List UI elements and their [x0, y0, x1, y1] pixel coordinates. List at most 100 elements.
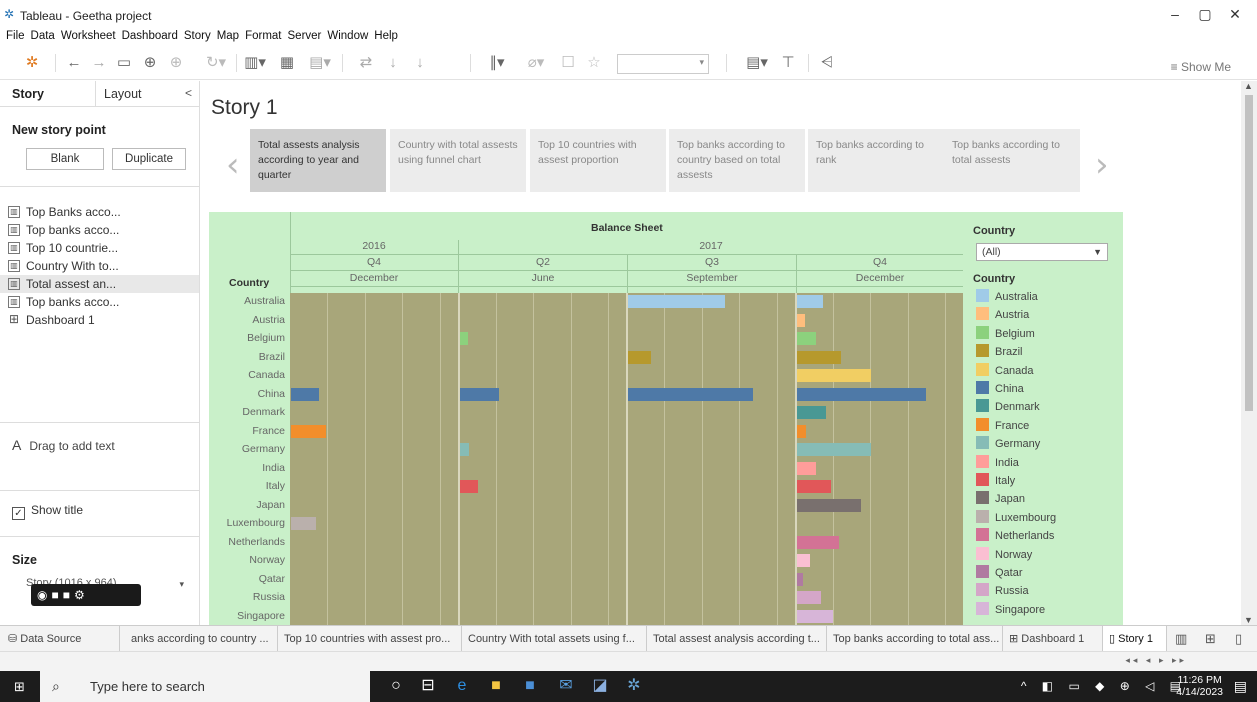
redo-icon[interactable]: → — [89, 53, 109, 73]
bar-belgium[interactable] — [796, 332, 817, 345]
bar-qatar[interactable] — [796, 572, 804, 586]
legend-item[interactable]: Belgium — [976, 325, 1035, 340]
sheet-tab[interactable]: Total assest analysis according t... — [647, 626, 827, 652]
sort-ascending-icon[interactable]: ↓ — [383, 53, 403, 73]
share-icon[interactable]: ⩤ — [817, 53, 837, 73]
save-icon[interactable]: ▭ — [114, 53, 134, 73]
bar-canada[interactable] — [796, 369, 871, 382]
notifications-icon[interactable]: ▤ — [1234, 678, 1247, 695]
bar-denmark[interactable] — [796, 406, 827, 419]
vertical-scrollbar[interactable]: ▲ ▼ — [1241, 81, 1257, 625]
sort-descending-icon[interactable]: ↓ — [410, 53, 430, 73]
new-dashboard-tab-icon[interactable]: ⊞ — [1205, 626, 1216, 652]
bar-india[interactable] — [796, 461, 817, 475]
bar-germany[interactable] — [459, 443, 470, 456]
previous-story-point-button[interactable]: ‹ — [226, 145, 240, 185]
pin-icon[interactable]: ☆ — [584, 53, 604, 73]
legend-item[interactable]: Austria — [976, 307, 1029, 321]
bar-belgium[interactable] — [459, 332, 468, 345]
legend-item[interactable]: Qatar — [976, 565, 1023, 579]
sheet-item[interactable]: ▥ Top Banks acco... — [0, 203, 199, 221]
capture-toolbar[interactable]: ◉■■⚙ — [31, 584, 141, 606]
sheet-tab[interactable]: Top banks according to total ass... — [827, 626, 1003, 652]
legend-item[interactable]: Luxembourg — [976, 509, 1056, 524]
sheet-tab[interactable]: Top 10 countries with assest pro... — [278, 626, 462, 652]
bar-australia[interactable] — [796, 295, 823, 308]
menu-server[interactable]: Server — [288, 28, 322, 44]
swap-icon[interactable]: ⇄ — [356, 53, 376, 73]
sheet-item[interactable]: ▥ Top 10 countrie... — [0, 239, 199, 257]
bar-germany[interactable] — [796, 443, 871, 456]
legend-item[interactable]: France — [976, 417, 1029, 432]
legend-item[interactable]: Australia — [976, 289, 1038, 303]
new-worksheet-tab-icon[interactable]: ▥ — [1175, 626, 1187, 652]
sheet-tab-story-active[interactable]: ▯ Story 1 — [1103, 626, 1167, 652]
bar-france[interactable] — [796, 424, 807, 438]
scroll-up-icon[interactable]: ▲ — [1244, 81, 1253, 91]
cortana-icon[interactable]: ○ — [384, 675, 408, 697]
taskbar-search-box[interactable]: ⌕ Type here to search — [40, 671, 370, 702]
bar-austria[interactable] — [796, 313, 805, 327]
bar-china[interactable] — [459, 387, 499, 401]
bar-netherlands[interactable] — [796, 535, 840, 549]
bar-luxembourg[interactable] — [291, 517, 316, 530]
menu-story[interactable]: Story — [184, 28, 211, 44]
presentation-mode-icon[interactable]: ⊤ — [778, 53, 798, 73]
menu-format[interactable]: Format — [245, 28, 281, 44]
country-filter-dropdown[interactable]: (All) ▼ — [976, 243, 1108, 261]
menu-file[interactable]: File — [6, 28, 25, 44]
scroll-down-icon[interactable]: ▼ — [1244, 615, 1253, 625]
clock[interactable]: 11:26 PM 4/14/2023 — [1176, 674, 1223, 698]
legend-item[interactable]: Singapore — [976, 601, 1045, 616]
menu-worksheet[interactable]: Worksheet — [61, 28, 116, 44]
sheet-item[interactable]: ▥ Top banks acco... — [0, 293, 199, 311]
legend-item[interactable]: China — [976, 381, 1024, 395]
bar-china[interactable] — [291, 387, 319, 401]
new-data-source-icon[interactable]: ⊕ — [140, 53, 160, 73]
system-tray-icons[interactable]: ^ ◧ ▭ ◆ ⊕ ◁ ▤ — [1021, 679, 1187, 693]
group-icon[interactable]: ⌀▾ — [520, 53, 552, 73]
legend-item[interactable]: Russia — [976, 583, 1029, 597]
sheet-item[interactable]: ▥ Country With to... — [0, 257, 199, 275]
tab-data-source[interactable]: ⛁ Data Source — [0, 626, 120, 652]
legend-item[interactable]: Germany — [976, 436, 1040, 450]
bar-brazil[interactable] — [628, 350, 652, 364]
story-point-3[interactable]: Top 10 countries with assest proportion — [530, 129, 666, 192]
file-explorer-icon[interactable]: ■ — [484, 675, 508, 697]
legend-item[interactable]: Japan — [976, 491, 1025, 505]
scrollbar-thumb[interactable] — [1245, 95, 1253, 411]
windows-start-icon[interactable]: ⊞ — [14, 680, 28, 694]
legend-item[interactable]: Canada — [976, 362, 1034, 377]
bar-singapore[interactable] — [796, 609, 833, 623]
menu-window[interactable]: Window — [327, 28, 368, 44]
sheet-item-selected[interactable]: ▥ Total assest an... — [0, 275, 199, 293]
menu-map[interactable]: Map — [217, 28, 239, 44]
sheet-item[interactable]: ⊞ Dashboard 1 — [0, 311, 199, 329]
bar-france[interactable] — [291, 424, 326, 438]
next-story-point-button[interactable]: › — [1095, 145, 1109, 185]
minimize-button[interactable]: – — [1160, 6, 1190, 24]
bar-china[interactable] — [796, 387, 927, 401]
tableau-taskbar-icon[interactable]: ✲ — [622, 675, 646, 697]
bar-italy[interactable] — [459, 480, 478, 493]
mail-icon[interactable]: ✉ — [554, 675, 578, 697]
bar-italy[interactable] — [796, 480, 832, 493]
tableau-home-icon[interactable]: ✲ — [22, 53, 42, 73]
app-icon[interactable]: ◪ — [588, 675, 612, 697]
bar-russia[interactable] — [796, 591, 822, 604]
task-view-icon[interactable]: ⊟ — [416, 675, 440, 697]
legend-item[interactable]: Norway — [976, 546, 1032, 561]
refresh-icon[interactable]: ↻▾ — [196, 53, 236, 73]
store-icon[interactable]: ■ — [518, 675, 542, 697]
close-button[interactable]: ✕ — [1220, 6, 1250, 24]
story-point-1[interactable]: Total assests analysis according to year… — [250, 129, 386, 192]
sheet-tab-dashboard[interactable]: ⊞ Dashboard 1 — [1003, 626, 1103, 652]
legend-item[interactable]: Brazil — [976, 344, 1023, 358]
sheet-item[interactable]: ▥ Top banks acco... — [0, 221, 199, 239]
show-title-checkbox[interactable]: ✓ Show title — [12, 503, 83, 520]
legend-item[interactable]: Denmark — [976, 399, 1040, 413]
legend-item[interactable]: Netherlands — [976, 528, 1054, 542]
undo-icon[interactable]: ← — [64, 53, 84, 73]
labels-icon[interactable]: ☐ — [558, 53, 578, 73]
bar-brazil[interactable] — [796, 350, 841, 364]
